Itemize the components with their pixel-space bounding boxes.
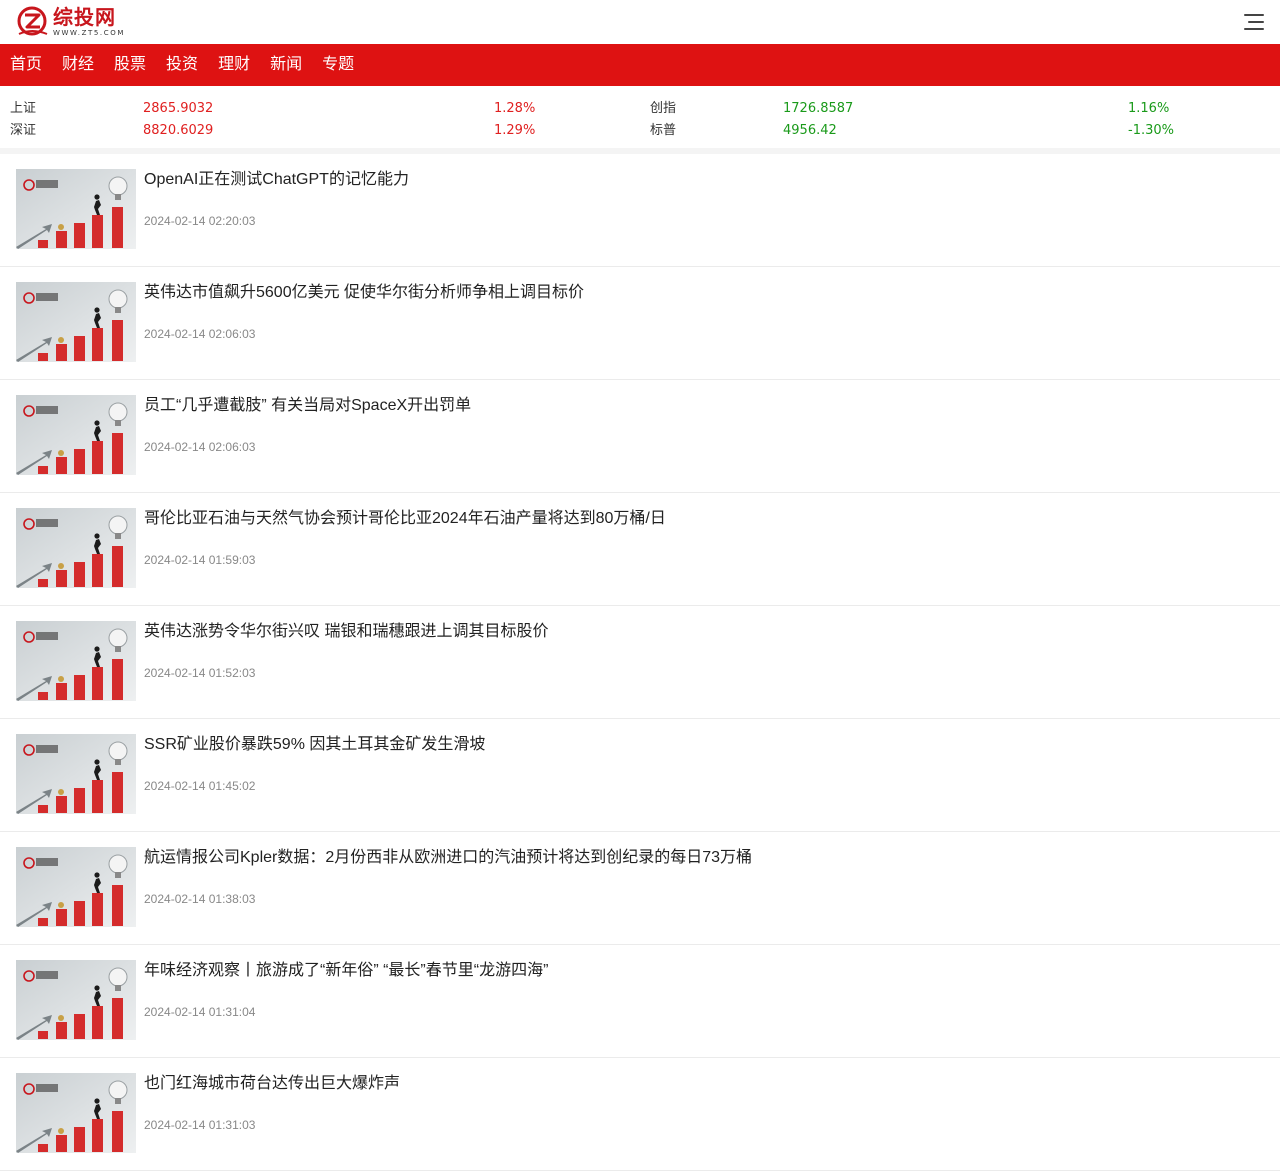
nav-item-investment[interactable]: 投资 <box>166 44 198 86</box>
news-item[interactable]: 年味经济观察丨旅游成了“新年俗” “最长”春节里“龙游四海” 2024-02-14… <box>0 945 1280 1058</box>
index-change: -1.30% <box>1128 123 1174 138</box>
index-name: 深证 <box>10 123 37 138</box>
market-indices: 上证 2865.9032 1.28% 创指 1726.8587 1.16% 深证… <box>0 86 1280 154</box>
index-value: 1726.8587 <box>783 101 854 116</box>
news-thumbnail[interactable] <box>16 508 136 588</box>
nav-item-home[interactable]: 首页 <box>10 44 42 86</box>
news-title[interactable]: 哥伦比亚石油与天然气协会预计哥伦比亚2024年石油产量将达到80万桶/日 <box>144 507 666 531</box>
news-timestamp: 2024-02-14 01:31:04 <box>144 1005 256 1019</box>
news-title[interactable]: 英伟达市值飙升5600亿美元 促使华尔街分析师争相上调目标价 <box>144 281 584 305</box>
news-thumbnail[interactable] <box>16 960 136 1040</box>
news-thumbnail[interactable] <box>16 621 136 701</box>
news-title[interactable]: 年味经济观察丨旅游成了“新年俗” “最长”春节里“龙游四海” <box>144 959 548 983</box>
nav-item-stocks[interactable]: 股票 <box>114 44 146 86</box>
news-timestamp: 2024-02-14 02:06:03 <box>144 327 256 341</box>
nav-item-wealth[interactable]: 理财 <box>218 44 250 86</box>
news-item[interactable]: 英伟达涨势令华尔街兴叹 瑞银和瑞穗跟进上调其目标股价 2024-02-14 01:… <box>0 606 1280 719</box>
news-title[interactable]: OpenAI正在测试ChatGPT的记忆能力 <box>144 168 409 192</box>
news-thumbnail[interactable] <box>16 847 136 927</box>
news-item[interactable]: 哥伦比亚石油与天然气协会预计哥伦比亚2024年石油产量将达到80万桶/日 2024… <box>0 493 1280 606</box>
news-list: OpenAI正在测试ChatGPT的记忆能力 2024-02-14 02:20:0… <box>0 154 1280 1171</box>
index-value: 4956.42 <box>783 123 837 138</box>
nav-item-news[interactable]: 新闻 <box>270 44 302 86</box>
news-title[interactable]: 航运情报公司Kpler数据：2月份西非从欧洲进口的汽油预计将达到创纪录的每日73… <box>144 846 752 870</box>
index-name: 上证 <box>10 101 37 116</box>
news-item[interactable]: 员工“几乎遭截肢” 有关当局对SpaceX开出罚单 2024-02-14 02:0… <box>0 380 1280 493</box>
nav-item-topics[interactable]: 专题 <box>322 44 354 86</box>
news-thumbnail[interactable] <box>16 395 136 475</box>
news-timestamp: 2024-02-14 02:06:03 <box>144 440 256 454</box>
news-title[interactable]: 员工“几乎遭截肢” 有关当局对SpaceX开出罚单 <box>144 394 471 418</box>
news-title[interactable]: SSR矿业股价暴跌59% 因其土耳其金矿发生滑坡 <box>144 733 485 757</box>
index-row[interactable]: 上证 2865.9032 1.28% 创指 1726.8587 1.16% <box>0 98 1280 120</box>
news-item[interactable]: 也门红海城市荷台达传出巨大爆炸声 2024-02-14 01:31:03 <box>0 1058 1280 1171</box>
index-name: 创指 <box>650 101 677 116</box>
logo-mark-icon <box>17 6 48 36</box>
news-timestamp: 2024-02-14 01:59:03 <box>144 553 256 567</box>
index-value: 2865.9032 <box>143 101 214 116</box>
news-item[interactable]: SSR矿业股价暴跌59% 因其土耳其金矿发生滑坡 2024-02-14 01:45… <box>0 719 1280 832</box>
news-item[interactable]: 英伟达市值飙升5600亿美元 促使华尔街分析师争相上调目标价 2024-02-14… <box>0 267 1280 380</box>
news-thumbnail[interactable] <box>16 282 136 362</box>
news-thumbnail[interactable] <box>16 169 136 249</box>
index-value: 8820.6029 <box>143 123 214 138</box>
logo-domain: WWW.ZT5.COM <box>53 29 125 37</box>
hamburger-menu-icon[interactable] <box>1242 12 1264 32</box>
news-thumbnail[interactable] <box>16 1073 136 1153</box>
news-thumbnail[interactable] <box>16 734 136 814</box>
news-timestamp: 2024-02-14 01:31:03 <box>144 1118 256 1132</box>
index-change: 1.16% <box>1128 101 1170 116</box>
news-timestamp: 2024-02-14 02:20:03 <box>144 214 256 228</box>
top-bar: 综投网 WWW.ZT5.COM <box>0 0 1280 44</box>
index-change: 1.29% <box>494 123 536 138</box>
logo-text: 综投网 <box>53 5 116 29</box>
main-nav: 首页 财经 股票 投资 理财 新闻 专题 <box>0 44 1280 86</box>
news-timestamp: 2024-02-14 01:45:02 <box>144 779 256 793</box>
news-item[interactable]: OpenAI正在测试ChatGPT的记忆能力 2024-02-14 02:20:0… <box>0 154 1280 267</box>
site-logo[interactable]: 综投网 WWW.ZT5.COM <box>15 6 125 38</box>
news-timestamp: 2024-02-14 01:52:03 <box>144 666 256 680</box>
index-change: 1.28% <box>494 101 536 116</box>
news-item[interactable]: 航运情报公司Kpler数据：2月份西非从欧洲进口的汽油预计将达到创纪录的每日73… <box>0 832 1280 945</box>
nav-item-finance[interactable]: 财经 <box>62 44 94 86</box>
news-timestamp: 2024-02-14 01:38:03 <box>144 892 256 906</box>
index-name: 标普 <box>650 123 677 138</box>
index-row[interactable]: 深证 8820.6029 1.29% 标普 4956.42 -1.30% <box>0 120 1280 142</box>
news-title[interactable]: 英伟达涨势令华尔街兴叹 瑞银和瑞穗跟进上调其目标股价 <box>144 620 548 644</box>
news-title[interactable]: 也门红海城市荷台达传出巨大爆炸声 <box>144 1072 400 1096</box>
